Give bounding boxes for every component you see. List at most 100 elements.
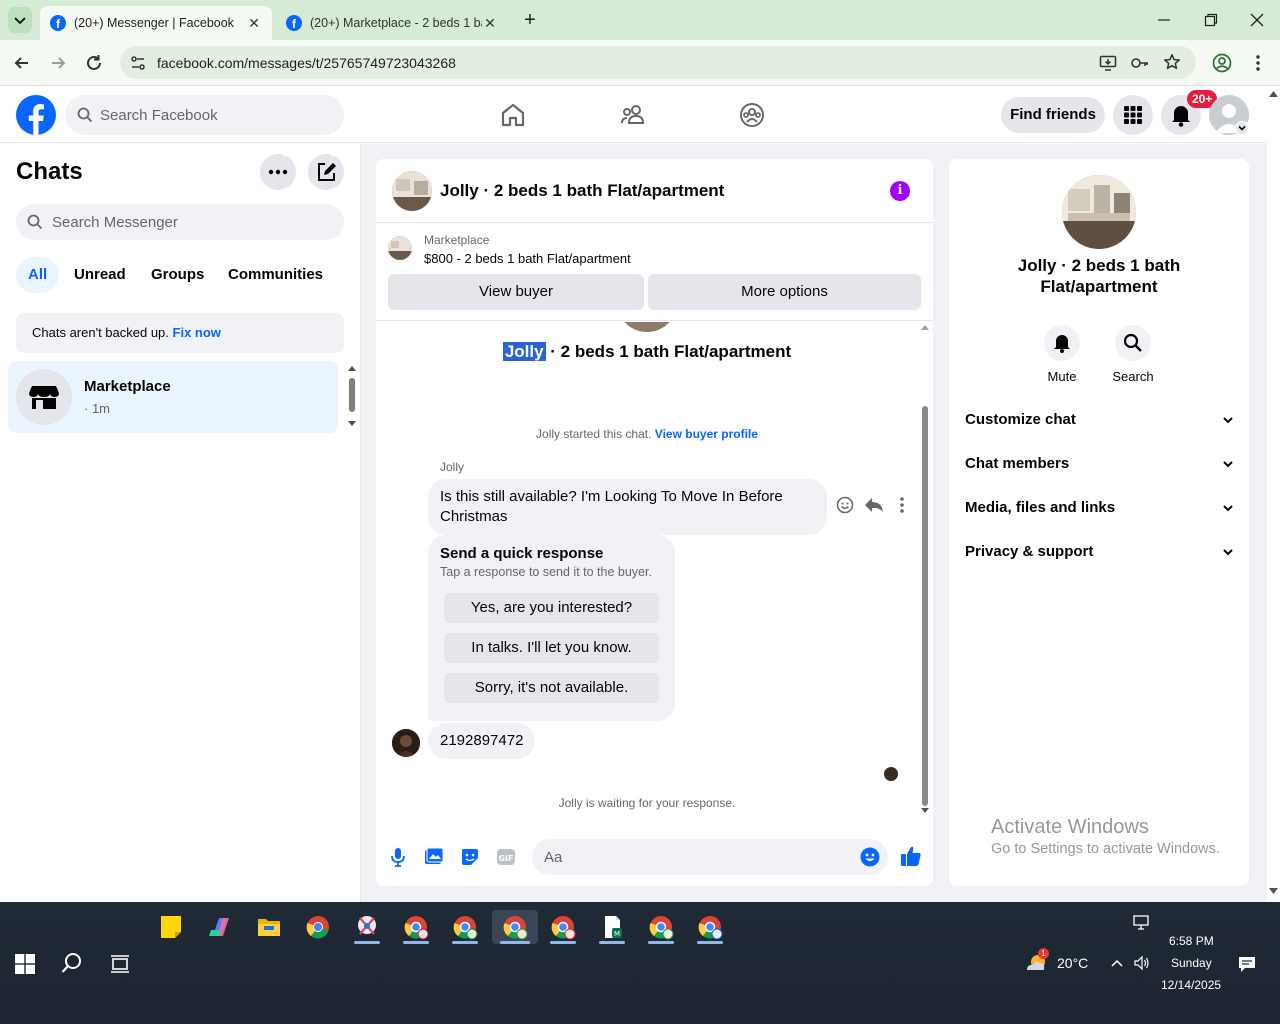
facebook-logo-icon[interactable] [16,95,56,135]
filter-groups[interactable]: Groups [139,257,216,293]
chrome-profile-app-icon[interactable] [395,910,437,944]
reply-icon[interactable] [864,496,884,514]
tab-search-button[interactable] [8,7,32,33]
new-tab-button[interactable]: + [520,8,540,32]
clock-day: Sunday [1171,956,1212,970]
network-display-icon[interactable] [1133,915,1151,931]
quick-response-option[interactable]: In talks. I'll let you know. [444,633,659,663]
chat-options-button[interactable] [260,154,296,190]
notepad-app-icon[interactable]: M [591,910,633,944]
home-icon[interactable] [499,101,527,129]
volume-icon[interactable] [1133,954,1151,972]
filter-all[interactable]: All [16,257,60,293]
restore-icon[interactable] [1203,12,1219,28]
find-friends-button[interactable]: Find friends [1001,97,1105,133]
svg-text:GIF: GIF [498,854,513,863]
chrome-profile-app-icon[interactable] [689,910,731,944]
tab-messenger[interactable]: f (20+) Messenger | Facebook ✕ [40,6,272,40]
menu-kebab-icon[interactable] [1250,53,1266,73]
install-app-icon[interactable] [1099,54,1117,72]
tab-close-icon[interactable]: ✕ [246,15,262,32]
message-bubble[interactable]: 2192897472 [428,723,536,759]
fix-now-link[interactable]: Fix now [173,325,221,340]
url-text: facebook.com/messages/t/2576574972304326… [157,55,456,71]
info-icon[interactable]: i [890,181,910,201]
filter-communities[interactable]: Communities [216,257,335,293]
facebook-search-input[interactable]: Search Facebook [65,95,344,135]
compose-icon [318,163,336,181]
search-chat-button[interactable]: Search [1103,325,1163,384]
customize-chat-section[interactable]: Customize chat [965,411,1235,433]
account-chevron-icon[interactable] [1235,121,1249,135]
conversation-panel: Jolly · 2 beds 1 bath Flat/apartment i M… [376,159,933,886]
search-label: Search [1112,369,1154,384]
chat-item-time: · 1m [84,401,110,416]
tab-title: (20+) Marketplace - 2 beds 1 ba [310,16,482,30]
new-message-button[interactable] [308,154,344,190]
forward-button[interactable] [47,52,69,74]
weather-widget[interactable]: 1 20°C [1024,948,1094,976]
snipping-tool-app-icon[interactable] [346,910,388,944]
mute-button[interactable]: Mute [1032,325,1092,384]
chat-list-item[interactable]: Marketplace · 1m [8,361,338,433]
quick-response-option[interactable]: Yes, are you interested? [444,593,659,623]
windows-start-icon[interactable] [15,954,35,974]
bookmark-star-icon[interactable] [1163,53,1181,71]
quick-response-title: Send a quick response [440,545,604,562]
groups-icon[interactable] [738,101,766,129]
minimize-icon[interactable] [1156,12,1172,28]
close-window-icon[interactable] [1249,12,1265,28]
arrow-left-icon [14,57,28,69]
gif-icon[interactable]: GIF [496,847,516,867]
microphone-icon[interactable] [388,847,408,867]
menu-button[interactable] [1113,95,1153,135]
reload-button[interactable] [83,52,105,74]
copilot-app-icon[interactable] [199,910,241,944]
filter-unread[interactable]: Unread [62,257,138,293]
thumbs-up-icon[interactable] [899,844,923,868]
sender-name: Jolly [440,460,465,474]
password-key-icon[interactable] [1130,54,1150,72]
chrome-profile-app-icon[interactable] [444,910,486,944]
friends-icon[interactable] [619,101,647,129]
chat-members-section[interactable]: Chat members [965,455,1235,477]
view-buyer-button[interactable]: View buyer [388,274,644,310]
back-button[interactable] [11,52,33,74]
sticker-icon[interactable] [460,847,480,867]
chrome-profile-app-icon[interactable] [640,910,682,944]
taskbar-search-icon[interactable] [61,952,83,974]
tray-chevron-up-icon[interactable] [1110,957,1124,969]
search-messenger-input[interactable]: Search Messenger [16,204,344,240]
conversation-header: Jolly · 2 beds 1 bath Flat/apartment i [376,159,933,223]
sticky-notes-app-icon[interactable] [150,910,192,944]
react-emoji-icon[interactable] [836,496,854,514]
site-settings-icon[interactable] [130,55,146,71]
sender-avatar[interactable] [392,729,420,757]
notification-center-icon[interactable] [1238,955,1256,973]
message-input[interactable]: Aa [532,839,888,875]
tab-marketplace[interactable]: f (20+) Marketplace - 2 beds 1 ba ✕ [276,6,508,40]
intro-title-rest: · 2 beds 1 bath Flat/apartment [545,342,792,361]
more-vertical-icon[interactable] [896,496,908,514]
message-scrollbar[interactable] [919,324,931,814]
address-bar[interactable]: facebook.com/messages/t/2576574972304326… [120,46,1196,79]
more-options-button[interactable]: More options [648,274,921,310]
task-view-icon[interactable] [110,954,130,974]
privacy-support-section[interactable]: Privacy & support [965,543,1235,565]
emoji-icon[interactable] [860,847,880,867]
page-scrollbar[interactable] [1267,87,1280,902]
quick-response-option[interactable]: Sorry, it's not available. [444,673,659,703]
media-files-links-section[interactable]: Media, files and links [965,499,1235,521]
chrome-profile-app-icon[interactable] [492,910,538,944]
chrome-profile-app-icon[interactable] [542,910,584,944]
chat-list-scrollbar[interactable] [348,366,356,426]
chrome-app-icon[interactable] [297,910,339,944]
conversation-title[interactable]: Jolly · 2 beds 1 bath Flat/apartment [440,181,724,201]
profile-icon[interactable] [1212,53,1232,73]
tab-close-icon[interactable]: ✕ [482,15,498,32]
view-buyer-profile-link[interactable]: View buyer profile [655,427,758,441]
listing-photo-icon[interactable] [392,171,432,211]
photo-icon[interactable] [424,847,444,867]
file-explorer-app-icon[interactable] [248,910,290,944]
message-bubble[interactable]: Is this still available? I'm Looking To … [428,479,827,535]
